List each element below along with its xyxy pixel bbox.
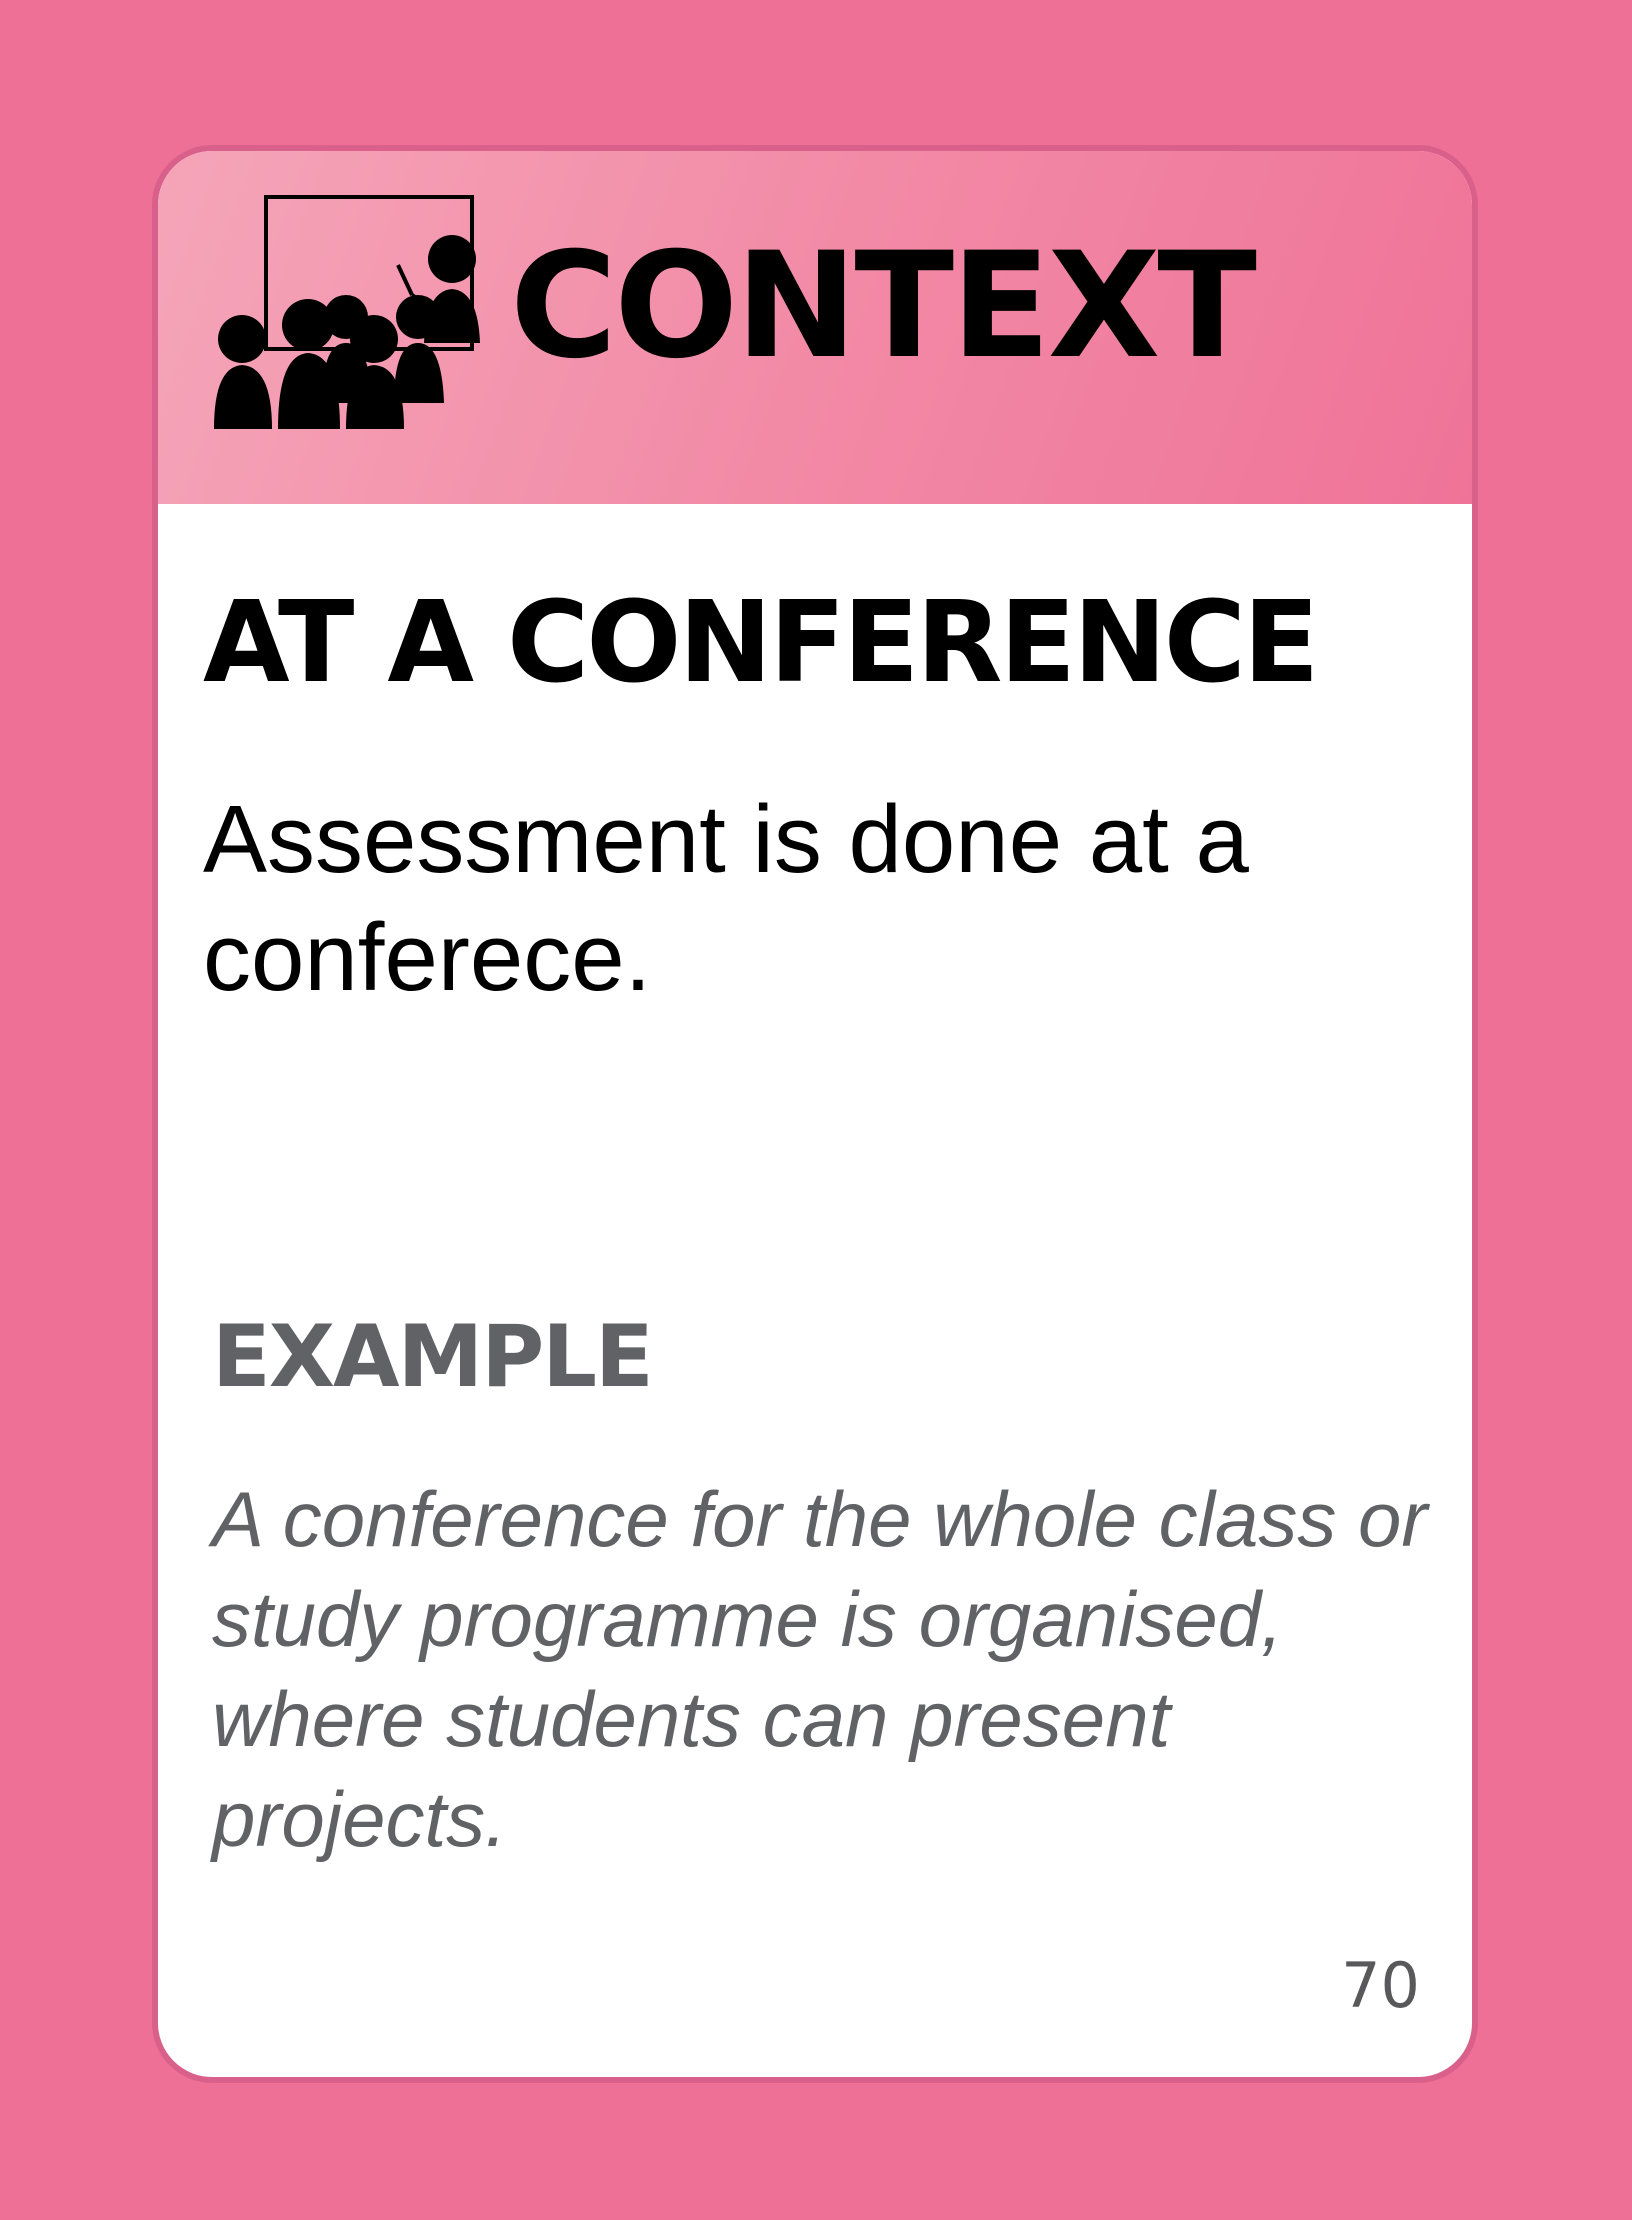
card-header: CONTEXT — [158, 151, 1472, 504]
example-text: A conference for the whole class or stud… — [212, 1475, 1428, 1863]
category-title: CONTEXT — [510, 221, 1257, 391]
conference-presenter-audience-icon — [214, 195, 480, 429]
context-card: CONTEXT AT A CONFERENCE Assessment is do… — [152, 145, 1478, 2083]
card-title: AT A CONFERENCE — [203, 578, 1319, 708]
card-description: Assessment is done at a conferece. — [203, 786, 1249, 1011]
page-number: 70 — [1341, 1949, 1420, 2022]
example-heading: EXAMPLE — [212, 1307, 654, 1407]
